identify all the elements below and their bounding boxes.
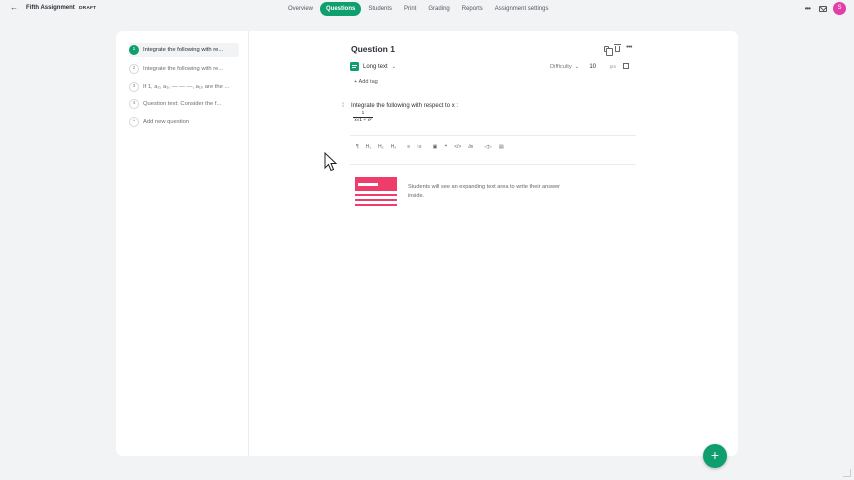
more-horizontal-icon[interactable]: ••• bbox=[626, 44, 632, 52]
tab-grading[interactable]: Grading bbox=[423, 3, 454, 15]
rubric-icon[interactable] bbox=[623, 63, 629, 69]
chevron-down-icon: ⌄ bbox=[574, 64, 579, 70]
image-icon[interactable]: ▣ bbox=[433, 144, 438, 150]
fraction-numerator: 1 bbox=[361, 111, 365, 116]
divider bbox=[350, 135, 636, 136]
editor-card: 1 Integrate the following with re... 2 I… bbox=[116, 31, 738, 456]
plus-icon: + bbox=[129, 117, 139, 127]
heading-2-icon[interactable]: H₂ bbox=[378, 144, 384, 150]
illustration-line bbox=[358, 183, 378, 186]
question-preview: Integrate the following with re... bbox=[143, 47, 224, 53]
arrow-left-icon[interactable]: ← bbox=[10, 3, 18, 12]
heading-3-icon[interactable]: H₃ bbox=[391, 144, 397, 150]
question-number: 4 bbox=[129, 99, 139, 109]
table-icon[interactable]: ▤ bbox=[499, 144, 504, 150]
tab-overview[interactable]: Overview bbox=[283, 3, 318, 15]
bullet-list-icon[interactable]: ≡ bbox=[407, 144, 410, 150]
trash-icon[interactable] bbox=[614, 44, 622, 52]
avatar[interactable]: S bbox=[833, 2, 846, 15]
math-fraction: 1 x√1 + x² bbox=[353, 111, 373, 123]
question-type-dropdown[interactable]: Long text ⌄ bbox=[350, 62, 396, 71]
question-preview: If 1, a₂, a₃, — — —, a₁₀ are the ... bbox=[143, 84, 230, 90]
fraction-denominator: x√1 + x² bbox=[354, 117, 372, 123]
main-tabs: Overview Questions Students Print Gradin… bbox=[282, 1, 554, 16]
quote-icon[interactable]: ❝ bbox=[444, 144, 447, 150]
paragraph-icon[interactable]: ¶ bbox=[356, 144, 359, 150]
more-horizontal-icon[interactable]: ••• bbox=[805, 4, 811, 13]
embed-icon[interactable]: ◁▷ bbox=[484, 144, 492, 150]
long-text-icon bbox=[350, 62, 359, 71]
question-list-item-2[interactable]: 2 Integrate the following with re... bbox=[129, 62, 239, 76]
mail-icon[interactable] bbox=[819, 5, 827, 12]
formatting-toolbar: ¶ H₁ H₂ H₃ ≡ ⁝≡ ▣ ❝ </> ∂x ◁▷ ▤ bbox=[356, 144, 511, 150]
question-number: 3 bbox=[129, 82, 139, 92]
question-prompt[interactable]: Integrate the following with respect to … bbox=[351, 103, 458, 109]
tab-assignment-settings[interactable]: Assignment settings bbox=[490, 3, 554, 15]
duplicate-icon[interactable] bbox=[604, 46, 614, 56]
difficulty-dropdown[interactable]: Difficulty ⌄ bbox=[550, 64, 579, 70]
numbered-list-icon[interactable]: ⁝≡ bbox=[417, 144, 422, 150]
add-question-fab[interactable]: + bbox=[703, 444, 727, 468]
drag-handle-icon[interactable]: ⁞⁞ bbox=[342, 103, 345, 109]
illustration-line bbox=[355, 199, 397, 201]
tab-students[interactable]: Students bbox=[363, 3, 397, 15]
question-list-item-3[interactable]: 3 If 1, a₂, a₃, — — —, a₁₀ are the ... bbox=[129, 80, 239, 94]
question-number: 2 bbox=[129, 64, 139, 74]
heading-1-icon[interactable]: H₁ bbox=[366, 144, 371, 150]
mouse-pointer-icon bbox=[324, 152, 338, 172]
question-actions: ••• bbox=[598, 44, 632, 56]
chevron-down-icon: ⌄ bbox=[391, 63, 396, 70]
math-icon[interactable]: ∂x bbox=[468, 144, 473, 150]
question-title: Question 1 bbox=[351, 44, 395, 54]
assignment-title: Fifth Assignment bbox=[26, 5, 75, 11]
question-number: 1 bbox=[129, 45, 139, 55]
points-label: pts bbox=[609, 65, 616, 70]
add-new-question-button[interactable]: + Add new question bbox=[129, 115, 239, 129]
resize-corner-icon bbox=[843, 469, 851, 477]
illustration-line bbox=[355, 194, 397, 196]
divider bbox=[350, 164, 636, 165]
illustration-line bbox=[355, 204, 397, 206]
tab-questions[interactable]: Questions bbox=[320, 1, 362, 16]
code-icon[interactable]: </> bbox=[454, 144, 461, 150]
question-list-item-1[interactable]: 1 Integrate the following with re... bbox=[129, 43, 239, 57]
question-preview: Question text: Consider the f... bbox=[143, 101, 222, 107]
question-preview: Integrate the following with re... bbox=[143, 66, 224, 72]
question-list-item-4[interactable]: 4 Question text: Consider the f... bbox=[129, 97, 239, 111]
points-input[interactable]: 10 bbox=[589, 64, 596, 70]
tab-reports[interactable]: Reports bbox=[457, 3, 488, 15]
top-right-actions: ••• S bbox=[805, 2, 846, 15]
answer-info-text: Students will see an expanding text area… bbox=[408, 184, 561, 199]
top-bar: ← Fifth Assignment DRAFT Overview Questi… bbox=[0, 0, 854, 18]
add-tag-button[interactable]: + Add tag bbox=[354, 79, 378, 85]
question-type-label: Long text bbox=[363, 63, 388, 70]
difficulty-label: Difficulty bbox=[549, 64, 572, 70]
add-new-question-label: Add new question bbox=[143, 119, 190, 125]
tab-print[interactable]: Print bbox=[399, 3, 421, 15]
long-text-illustration bbox=[355, 177, 397, 207]
draft-badge: DRAFT bbox=[79, 5, 97, 11]
question-list-sidebar: 1 Integrate the following with re... 2 I… bbox=[116, 31, 249, 456]
question-editor: Question 1 ••• Long text ⌄ Difficulty ⌄ 1… bbox=[342, 31, 636, 231]
